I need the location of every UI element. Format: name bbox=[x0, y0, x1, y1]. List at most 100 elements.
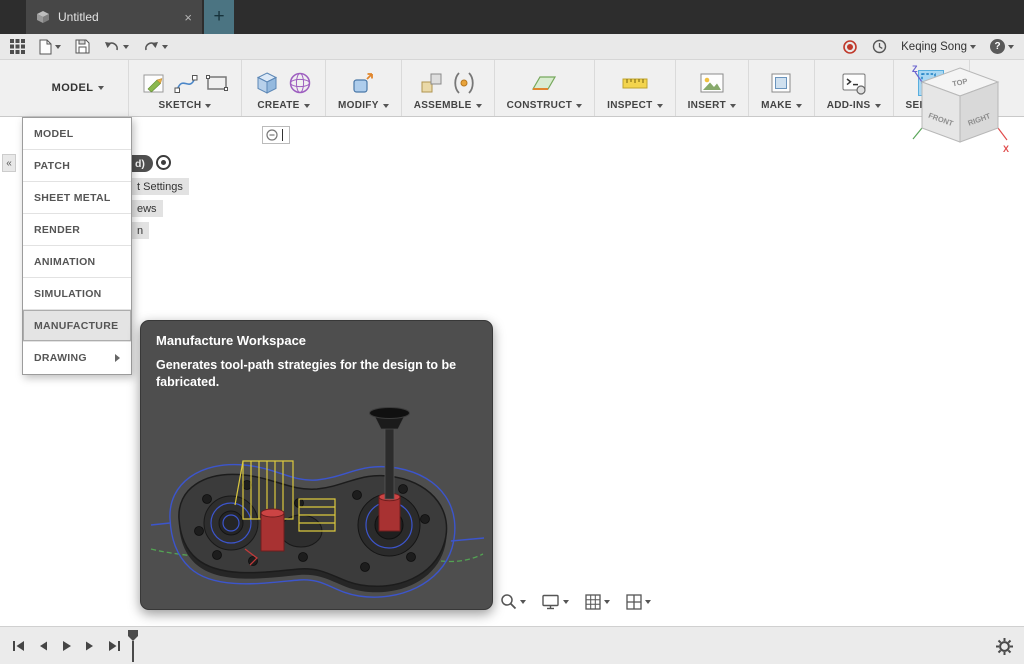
display-settings-button[interactable] bbox=[542, 594, 569, 610]
construction-plane-icon[interactable] bbox=[530, 70, 558, 96]
press-pull-icon[interactable] bbox=[350, 70, 376, 96]
gear-icon bbox=[995, 637, 1014, 656]
browser-row-origin[interactable]: n bbox=[131, 222, 149, 239]
toolbar-group-make: MAKE bbox=[748, 60, 814, 116]
make-icon[interactable] bbox=[769, 71, 793, 95]
toolbar-group-inspect-dropdown[interactable]: INSPECT bbox=[607, 100, 662, 113]
create-form-icon[interactable] bbox=[287, 70, 313, 96]
workspace-menu-item-simulation[interactable]: SIMULATION bbox=[23, 278, 131, 310]
timeline-settings-button[interactable] bbox=[995, 637, 1014, 661]
timeline-marker-stem bbox=[132, 641, 134, 662]
toolbar-group-inspect: INSPECT bbox=[594, 60, 674, 116]
monitor-icon bbox=[542, 594, 560, 610]
cam-toolpath-preview bbox=[149, 401, 485, 601]
workspace-menu-item-manufacture[interactable]: MANUFACTURE bbox=[23, 310, 131, 342]
step-forward-button[interactable] bbox=[85, 640, 95, 652]
undo-button[interactable] bbox=[104, 40, 129, 53]
toolbar-group-addins-dropdown[interactable]: ADD-INS bbox=[827, 100, 881, 113]
browser-row-document-settings[interactable]: t Settings bbox=[131, 178, 189, 195]
toolbar-group-insert: INSERT bbox=[675, 60, 748, 116]
clear-search-icon[interactable] bbox=[266, 129, 278, 141]
insert-image-icon[interactable] bbox=[699, 71, 725, 95]
browser-document-node[interactable]: d) bbox=[131, 155, 153, 172]
joint-icon[interactable] bbox=[452, 70, 476, 96]
magnifier-icon bbox=[500, 593, 517, 610]
new-tab-button[interactable]: + bbox=[204, 0, 234, 34]
workspace-menu-item-model[interactable]: MODEL bbox=[23, 118, 131, 150]
measure-icon[interactable] bbox=[621, 71, 649, 95]
submenu-arrow-icon bbox=[115, 354, 120, 362]
file-menu-button[interactable] bbox=[39, 39, 61, 55]
tooltip-body: Generates tool-path strategies for the d… bbox=[156, 357, 471, 391]
document-tab-title: Untitled bbox=[58, 10, 176, 24]
toolbar-group-assemble-dropdown[interactable]: ASSEMBLE bbox=[414, 100, 482, 113]
screencast-record-button[interactable] bbox=[842, 39, 858, 55]
document-cube-icon bbox=[36, 10, 50, 24]
toolbar-group-modify-dropdown[interactable]: MODIFY bbox=[338, 100, 389, 113]
quick-access-toolbar: Keqing Song ? bbox=[0, 34, 1024, 60]
browser-search-field[interactable] bbox=[262, 126, 290, 144]
toolbar-group-label: SKETCH bbox=[159, 100, 202, 111]
chevron-down-icon bbox=[123, 45, 129, 49]
toolbar-group-label: INSPECT bbox=[607, 100, 652, 111]
visibility-toggle-icon[interactable] bbox=[156, 155, 171, 170]
go-to-beginning-button[interactable] bbox=[12, 640, 25, 652]
file-icon bbox=[39, 39, 52, 55]
workspace-menu-item-render[interactable]: RENDER bbox=[23, 214, 131, 246]
step-back-button[interactable] bbox=[38, 640, 48, 652]
play-icon bbox=[61, 640, 72, 652]
toolbar-group-label: CREATE bbox=[257, 100, 299, 111]
zoom-tools-button[interactable] bbox=[500, 593, 526, 610]
z-axis-label: Z bbox=[912, 64, 918, 74]
toolbar-group-label: MAKE bbox=[761, 100, 792, 111]
scripts-addins-icon[interactable] bbox=[841, 71, 867, 95]
workspace-menu-item-sheet-metal[interactable]: SHEET METAL bbox=[23, 182, 131, 214]
workspace-menu-item-animation[interactable]: ANIMATION bbox=[23, 246, 131, 278]
chevron-down-icon bbox=[730, 104, 736, 108]
app-launcher-grid-icon[interactable] bbox=[10, 39, 25, 54]
recent-activity-button[interactable] bbox=[872, 39, 887, 54]
chevron-down-icon bbox=[576, 104, 582, 108]
save-icon bbox=[75, 39, 90, 54]
create-box-icon[interactable] bbox=[254, 70, 280, 96]
collapse-browser-icon[interactable]: « bbox=[2, 154, 16, 172]
play-button[interactable] bbox=[61, 640, 72, 652]
toolbar-group-construct-dropdown[interactable]: CONSTRUCT bbox=[507, 100, 582, 113]
menu-item-label: MODEL bbox=[34, 128, 73, 140]
menu-item-label: MANUFACTURE bbox=[34, 320, 118, 332]
skip-end-icon bbox=[108, 640, 121, 652]
close-tab-icon[interactable]: × bbox=[184, 11, 192, 24]
menu-item-label: RENDER bbox=[34, 224, 80, 236]
grid-and-snaps-button[interactable] bbox=[585, 594, 610, 610]
browser-row-named-views[interactable]: ews bbox=[131, 200, 163, 217]
clock-icon bbox=[872, 39, 887, 54]
chevron-down-icon bbox=[98, 86, 104, 90]
help-menu-button[interactable]: ? bbox=[990, 39, 1014, 54]
toolbar-group-insert-dropdown[interactable]: INSERT bbox=[688, 100, 736, 113]
create-sketch-icon[interactable] bbox=[141, 70, 167, 96]
workspace-menu-item-drawing[interactable]: DRAWING bbox=[23, 342, 131, 374]
document-tab[interactable]: Untitled × bbox=[26, 0, 202, 34]
workspace-menu-item-patch[interactable]: PATCH bbox=[23, 150, 131, 182]
chevron-down-icon bbox=[55, 45, 61, 49]
toolbar-group-make-dropdown[interactable]: MAKE bbox=[761, 100, 802, 113]
user-account-menu[interactable]: Keqing Song bbox=[901, 41, 976, 53]
new-component-icon[interactable] bbox=[419, 70, 445, 96]
workspace-selector-button[interactable]: MODEL bbox=[28, 60, 128, 116]
toolbar-group-create-dropdown[interactable]: CREATE bbox=[257, 100, 309, 113]
redo-button[interactable] bbox=[143, 40, 168, 53]
spline-tool-icon[interactable] bbox=[174, 71, 198, 95]
rectangle-tool-icon[interactable] bbox=[205, 71, 229, 95]
view-cube[interactable]: TOP FRONT RIGHT Z X bbox=[910, 62, 1012, 167]
toolbar-group-assemble: ASSEMBLE bbox=[401, 60, 494, 116]
toolbar-groups: SKETCH CREATE MODIFY A bbox=[128, 60, 970, 116]
timeline-position-marker[interactable] bbox=[128, 630, 138, 662]
viewports-button[interactable] bbox=[626, 594, 651, 610]
go-to-end-button[interactable] bbox=[108, 640, 121, 652]
step-forward-icon bbox=[85, 640, 95, 652]
manufacture-workspace-tooltip: Manufacture Workspace Generates tool-pat… bbox=[140, 320, 493, 610]
menu-item-label: PATCH bbox=[34, 160, 70, 172]
toolbar-group-sketch-dropdown[interactable]: SKETCH bbox=[159, 100, 212, 113]
canvas-navigation-bar bbox=[500, 593, 651, 610]
save-button[interactable] bbox=[75, 39, 90, 54]
